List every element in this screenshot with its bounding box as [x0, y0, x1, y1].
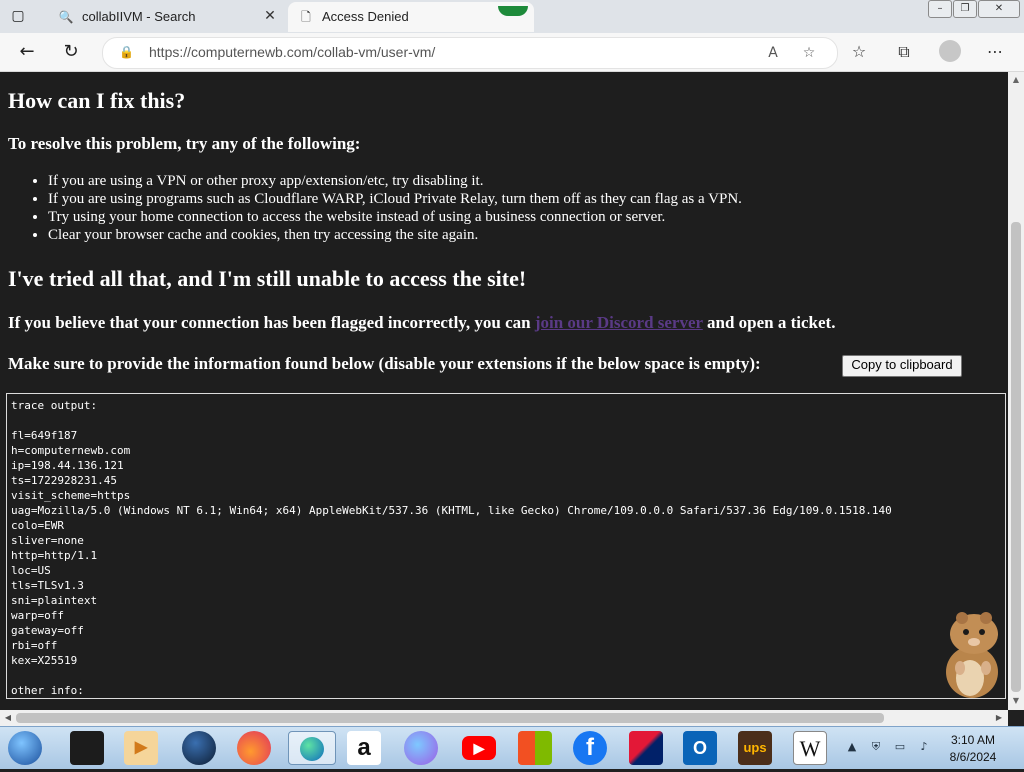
lock-icon: 🔒: [119, 45, 134, 59]
scroll-right-icon[interactable]: ▶: [994, 713, 1004, 723]
edge-icon[interactable]: [288, 731, 336, 765]
list-item: If you are using a VPN or other proxy ap…: [48, 172, 742, 190]
favorites-icon[interactable]: ☆: [848, 41, 870, 63]
start-button[interactable]: [8, 731, 42, 765]
url-text[interactable]: https://computernewb.com/collab-vm/user-…: [149, 44, 435, 60]
vertical-scroll-thumb[interactable]: [1011, 222, 1021, 692]
discord-link[interactable]: join our Discord server: [535, 313, 703, 332]
profile-avatar[interactable]: [939, 40, 961, 62]
copilot-icon[interactable]: [404, 731, 438, 765]
address-bar: ← ↻ 🔒 https://computernewb.com/collab-vm…: [0, 33, 1024, 72]
tips-list: If you are using a VPN or other proxy ap…: [26, 172, 742, 244]
close-window-button[interactable]: ✕: [978, 0, 1020, 18]
tab-title: collabIIVM - Search: [82, 9, 196, 24]
tray-expand-icon[interactable]: ▲: [845, 740, 859, 754]
edge-logo-icon: [300, 737, 324, 761]
flagged-text: If you believe that your connection has …: [8, 313, 531, 332]
collections-icon[interactable]: ⧉: [893, 41, 915, 63]
fix-heading: How can I fix this?: [8, 88, 186, 113]
shield-icon[interactable]: ⛨: [869, 740, 883, 754]
scroll-down-icon[interactable]: ▼: [1011, 696, 1021, 706]
taskbar: ▶ a ▶ f O ups W ▲ ⛨ ▭ ♪ 3:10 AM 8/6/2024: [0, 726, 1024, 769]
restore-button[interactable]: ❐: [953, 0, 977, 18]
list-item: If you are using programs such as Cloudf…: [48, 190, 742, 208]
hamster-image: [946, 612, 998, 698]
youtube-icon[interactable]: ▶: [462, 736, 496, 760]
copy-to-clipboard-button[interactable]: Copy to clipboard: [842, 355, 962, 377]
clock-time: 3:10 AM: [950, 733, 996, 747]
facebook-icon[interactable]: f: [573, 731, 607, 765]
flagged-paragraph: If you believe that your connection has …: [8, 313, 835, 333]
vertical-scrollbar[interactable]: ▲ ▼: [1008, 72, 1024, 710]
page-content: How can I fix this? To resolve this prob…: [0, 72, 1008, 710]
volume-icon[interactable]: ♪: [917, 740, 931, 754]
terminal-app-icon[interactable]: [70, 731, 104, 765]
resolve-subheading: To resolve this problem, try any of the …: [8, 134, 361, 153]
tried-heading: I've tried all that, and I'm still unabl…: [8, 266, 527, 291]
horizontal-scroll-thumb[interactable]: [16, 713, 884, 723]
read-aloud-icon[interactable]: A: [763, 43, 783, 63]
minimize-button[interactable]: –: [928, 0, 952, 18]
tab-strip: ▢ 🔍 collabIIVM - Search ✕ 🗋 Access Denie…: [0, 0, 1024, 33]
close-icon[interactable]: ✕: [262, 7, 278, 25]
outlook-icon[interactable]: O: [683, 731, 717, 765]
scroll-left-icon[interactable]: ◀: [3, 713, 13, 723]
globe-app-icon[interactable]: [182, 731, 216, 765]
tab-title: Access Denied: [322, 9, 409, 24]
tab-actions-icon[interactable]: ▢: [10, 8, 26, 24]
trace-output[interactable]: trace output: fl=649f187 h=computernewb.…: [6, 393, 1006, 699]
url-field[interactable]: 🔒 https://computernewb.com/collab-vm/use…: [102, 37, 838, 69]
provide-info-text: Make sure to provide the information fou…: [8, 354, 761, 373]
clock-date: 8/6/2024: [949, 750, 997, 764]
ups-icon[interactable]: ups: [738, 731, 772, 765]
media-player-icon[interactable]: ▶: [124, 731, 158, 765]
network-icon[interactable]: ▭: [893, 740, 907, 754]
amazon-icon[interactable]: a: [347, 731, 381, 765]
refresh-icon[interactable]: ↻: [60, 41, 82, 63]
list-item: Try using your home connection to access…: [48, 208, 742, 226]
back-arrow-icon[interactable]: ←: [16, 41, 38, 63]
store-icon[interactable]: [518, 731, 552, 765]
list-item: Clear your browser cache and cookies, th…: [48, 226, 742, 244]
firefox-icon[interactable]: [237, 731, 271, 765]
add-favorite-icon[interactable]: ☆: [799, 43, 819, 63]
tab-search[interactable]: 🔍 collabIIVM - Search ✕: [48, 2, 286, 32]
horizontal-scrollbar[interactable]: ◀ ▶: [0, 710, 1008, 726]
page-icon: 🗋: [301, 10, 311, 24]
search-icon: 🔍: [58, 10, 74, 24]
scroll-up-icon[interactable]: ▲: [1011, 75, 1021, 85]
bank-icon[interactable]: [629, 731, 663, 765]
taskbar-clock[interactable]: 3:10 AM 8/6/2024: [946, 732, 1000, 766]
more-menu-icon[interactable]: ⋯: [984, 41, 1006, 63]
wikipedia-icon[interactable]: W: [793, 731, 827, 765]
flagged-text-end: and open a ticket.: [707, 313, 836, 332]
